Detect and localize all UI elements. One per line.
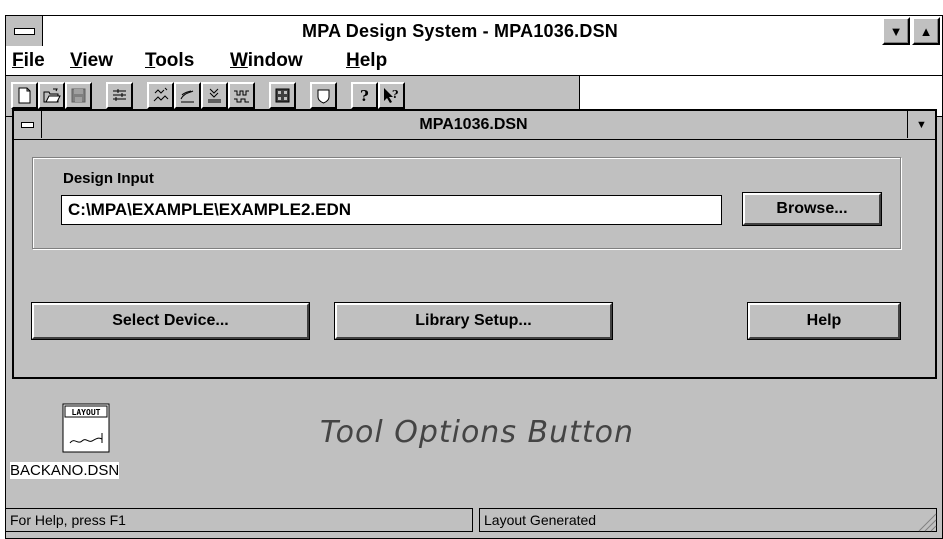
- tool-d-icon: [234, 90, 249, 103]
- menu-help[interactable]: Help: [346, 50, 387, 72]
- status-help-text: For Help, press F1: [5, 508, 473, 532]
- status-message: Layout Generated: [479, 508, 937, 532]
- design-input-label: Design Input: [63, 170, 154, 187]
- grid-view-icon: [275, 88, 290, 103]
- document-minimize-button[interactable]: ▼: [907, 111, 935, 138]
- context-help-button[interactable]: ?: [378, 82, 405, 109]
- shield-icon: [317, 89, 330, 104]
- new-file-icon: [18, 87, 31, 104]
- menu-file[interactable]: File: [12, 50, 45, 72]
- tool-a-button[interactable]: [147, 82, 174, 109]
- document-title-bar[interactable]: MPA1036.DSN ▼: [14, 111, 935, 140]
- design-input-field[interactable]: [61, 195, 722, 225]
- new-file-button[interactable]: [11, 82, 38, 109]
- tool-c-button[interactable]: [201, 82, 228, 109]
- layout-file-icon: LAYOUT: [62, 403, 110, 453]
- system-menu-button[interactable]: [6, 16, 43, 46]
- svg-text:LAYOUT: LAYOUT: [72, 408, 101, 417]
- layout-icon-label: BACKANO.DSN: [10, 462, 120, 479]
- tool-options-icon: [113, 89, 126, 101]
- design-input-group: Design Input Browse...: [32, 157, 901, 249]
- window-title: MPA Design System - MPA1036.DSN: [302, 21, 618, 41]
- chevron-down-icon: ▼: [916, 118, 927, 131]
- browse-button[interactable]: Browse...: [742, 192, 882, 226]
- title-bar[interactable]: MPA Design System - MPA1036.DSN ▼ ▲: [6, 16, 942, 48]
- tool-b-button[interactable]: [174, 82, 201, 109]
- document-window: MPA1036.DSN ▼ Design Input Browse... Sel…: [12, 109, 937, 379]
- select-device-button[interactable]: Select Device...: [31, 302, 310, 340]
- tool-a-icon: [153, 87, 169, 102]
- menu-view[interactable]: View: [70, 50, 113, 72]
- layout-document-icon[interactable]: LAYOUT: [62, 403, 110, 453]
- menu-tools[interactable]: Tools: [145, 50, 194, 72]
- resize-grip-icon[interactable]: [915, 510, 937, 532]
- tool-d-button[interactable]: [228, 82, 255, 109]
- callout-text: Tool Options Button: [320, 415, 634, 450]
- open-folder-icon: [43, 88, 61, 103]
- context-help-icon: ?: [384, 88, 398, 103]
- document-system-menu-button[interactable]: [14, 111, 42, 138]
- library-setup-button[interactable]: Library Setup...: [334, 302, 613, 340]
- save-disk-icon: [71, 88, 86, 103]
- maximize-button[interactable]: ▲: [912, 17, 940, 45]
- svg-text:?: ?: [392, 88, 398, 101]
- help-question-icon: ?: [360, 87, 369, 105]
- menu-bar: File View Tools Window Help: [6, 47, 942, 76]
- tool-b-icon: [180, 90, 194, 103]
- save-button[interactable]: [65, 82, 92, 109]
- document-title: MPA1036.DSN: [419, 116, 528, 133]
- grid-view-button[interactable]: [269, 82, 296, 109]
- open-button[interactable]: [38, 82, 65, 109]
- menu-window[interactable]: Window: [230, 50, 303, 72]
- tool-c-icon: [208, 88, 221, 103]
- svg-text:?: ?: [360, 87, 369, 105]
- help-button-toolbar[interactable]: ?: [351, 82, 378, 109]
- shield-button[interactable]: [310, 82, 337, 109]
- help-button[interactable]: Help: [747, 302, 901, 340]
- minimize-icon: ▼: [889, 23, 903, 39]
- tool-options-button[interactable]: [106, 82, 133, 109]
- maximize-icon: ▲: [919, 23, 933, 39]
- minimize-button[interactable]: ▼: [882, 17, 910, 45]
